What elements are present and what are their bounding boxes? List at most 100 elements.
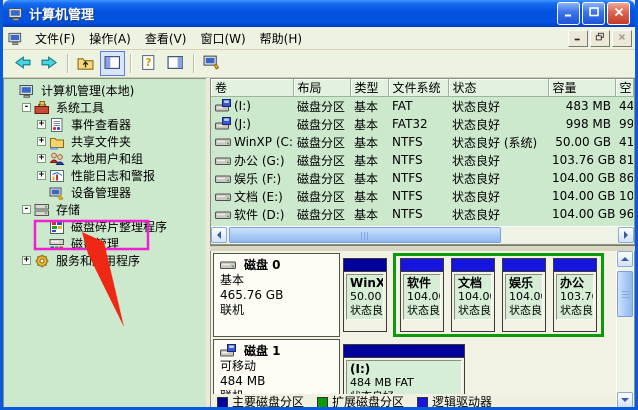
up-level-button[interactable] bbox=[73, 51, 98, 76]
disk-0-row: 磁盘 0基本465.76 GB联机WinXP50.00 GB状态良好软件104.… bbox=[213, 253, 615, 337]
extended-partition-group: 软件104.00 GB状态良好文档104.00 GB状态良好娱乐104.00 G… bbox=[393, 253, 604, 337]
storage-icon bbox=[34, 202, 50, 218]
tree-item-event-viewer[interactable]: + 事件查看器 bbox=[4, 116, 206, 133]
partition-name: WinXP bbox=[350, 276, 380, 290]
tree-item-system-tools[interactable]: -系统工具 bbox=[4, 99, 206, 116]
volume-row[interactable]: WinXP (C:)磁盘分区基本NTFS状态良好 (系统)50.00 GB41 bbox=[211, 133, 633, 151]
scroll-up-button[interactable] bbox=[617, 251, 633, 267]
legend-label: 逻辑驱动器 bbox=[432, 395, 492, 408]
tree-item-storage[interactable]: -存储 bbox=[4, 201, 206, 218]
partition-status: 状态良好 bbox=[407, 304, 437, 318]
status-cell: 状态良好 bbox=[448, 169, 548, 187]
partition-size: 104.00 GB bbox=[407, 290, 437, 304]
horizontal-scrollbar[interactable] bbox=[211, 226, 634, 244]
tree-item-shared-folders[interactable]: +共享文件夹 bbox=[4, 133, 206, 150]
mdi-minimize-button[interactable] bbox=[568, 30, 588, 47]
legend-label: 扩展磁盘分区 bbox=[332, 395, 404, 408]
column-header-status[interactable]: 状态 bbox=[448, 79, 548, 97]
menu-help[interactable]: 帮助(H) bbox=[253, 28, 309, 49]
expand-icon[interactable]: + bbox=[37, 171, 46, 180]
maximize-button[interactable] bbox=[582, 2, 605, 25]
mdi-restore-button[interactable] bbox=[590, 30, 610, 47]
back-button[interactable] bbox=[10, 51, 35, 76]
column-header-layout[interactable]: 布局 bbox=[293, 79, 350, 97]
volume-row[interactable]: 软件 (D:)磁盘分区基本NTFS状态良好104.00 GB96 bbox=[211, 205, 633, 223]
file-system-cell: FAT32 bbox=[388, 115, 448, 133]
disk-0-label-box[interactable]: 磁盘 0基本465.76 GB联机 bbox=[213, 253, 340, 337]
show-console-tree-button[interactable] bbox=[100, 51, 125, 76]
partition-bangong[interactable]: 办公103.76 GB状态良好 bbox=[553, 258, 597, 332]
panes-icon bbox=[167, 54, 184, 74]
partition-wendang[interactable]: 文档104.00 GB状态良好 bbox=[451, 258, 495, 332]
show-panes-button[interactable] bbox=[163, 51, 188, 76]
hard-drive-icon bbox=[215, 208, 231, 222]
horizontal-scrollbar-thumb[interactable] bbox=[229, 227, 501, 243]
type-cell: 基本 bbox=[350, 115, 388, 133]
main-area: 计算机管理(本地)-系统工具 + 事件查看器+共享文件夹+本地用户和组+性能日志和警… bbox=[3, 78, 635, 409]
tree-item-disk-defragmenter[interactable]: 磁盘碎片整理程序 bbox=[4, 218, 206, 235]
menu-window[interactable]: 窗口(W) bbox=[193, 28, 252, 49]
expand-icon[interactable]: + bbox=[37, 120, 46, 129]
disk-info-line: 484 MB bbox=[220, 374, 333, 389]
expand-icon[interactable]: + bbox=[22, 256, 31, 265]
menu-view[interactable]: 查看(V) bbox=[138, 28, 194, 49]
titlebar[interactable]: 计算机管理 bbox=[3, 0, 635, 27]
removable-drive-icon bbox=[215, 117, 231, 131]
menu-file[interactable]: 文件(F) bbox=[28, 28, 82, 49]
tree-item-device-manager[interactable]: 设备管理器 bbox=[4, 184, 206, 201]
hard-drive-icon bbox=[215, 154, 231, 168]
tree-item-label: 事件查看器 bbox=[69, 116, 133, 133]
partition-size: 104.00 GB bbox=[509, 290, 539, 304]
volume-name: (J:) bbox=[234, 117, 251, 131]
scroll-down-button[interactable] bbox=[617, 392, 633, 408]
free-space-cell: 86 bbox=[615, 169, 633, 187]
expand-icon[interactable]: + bbox=[37, 137, 46, 146]
toolbar-separator bbox=[130, 54, 131, 73]
window-title: 计算机管理 bbox=[29, 4, 555, 23]
column-header-volume[interactable]: 卷 bbox=[211, 79, 293, 97]
disk-info-line: 联机 bbox=[220, 303, 333, 318]
tree-item-disk-management[interactable]: 磁盘管理 bbox=[4, 235, 206, 252]
collapse-icon[interactable]: - bbox=[22, 205, 31, 214]
partition-winxp[interactable]: WinXP50.00 GB状态良好 bbox=[343, 258, 387, 332]
column-header-type[interactable]: 类型 bbox=[350, 79, 388, 97]
volume-row[interactable]: (J:)磁盘分区基本FAT32状态良好998 MB99 bbox=[211, 115, 633, 133]
minimize-button[interactable] bbox=[557, 2, 580, 25]
volume-name: (I:) bbox=[234, 99, 251, 113]
tree-item-performance-logs[interactable]: +性能日志和警报 bbox=[4, 167, 206, 184]
menu-action[interactable]: 操作(A) bbox=[82, 28, 138, 49]
scroll-left-button[interactable] bbox=[211, 227, 227, 243]
tree-item-computer-management-root[interactable]: 计算机管理(本地) bbox=[4, 82, 206, 99]
mdi-close-button[interactable] bbox=[612, 30, 632, 47]
volume-name: 软件 (D:) bbox=[234, 208, 284, 222]
vertical-scrollbar-thumb[interactable] bbox=[617, 271, 633, 317]
tree-item-local-users-groups[interactable]: +本地用户和组 bbox=[4, 150, 206, 167]
volume-row[interactable]: (I:)磁盘分区基本FAT状态良好483 MB44 bbox=[211, 97, 633, 116]
capacity-cell: 104.00 GB bbox=[548, 187, 615, 205]
column-header-capacity[interactable]: 容量 bbox=[548, 79, 615, 97]
volume-row[interactable]: 文档 (E:)磁盘分区基本NTFS状态良好104.00 GB10 bbox=[211, 187, 633, 205]
layout-cell: 磁盘分区 bbox=[293, 115, 350, 133]
tree-item-services-applications[interactable]: +服务和应用程序 bbox=[4, 252, 206, 269]
capacity-cell: 103.76 GB bbox=[548, 151, 615, 169]
scroll-right-button[interactable] bbox=[618, 227, 634, 243]
collapse-icon[interactable]: - bbox=[22, 103, 31, 112]
column-header-file-system[interactable]: 文件系统 bbox=[388, 79, 448, 97]
hard-disk-icon bbox=[220, 257, 236, 273]
volume-row[interactable]: 娱乐 (F:)磁盘分区基本NTFS状态良好104.00 GB86 bbox=[211, 169, 633, 187]
expand-icon[interactable]: + bbox=[37, 154, 46, 163]
volume-name-cell: 办公 (G:) bbox=[211, 151, 293, 169]
capacity-cell: 104.00 GB bbox=[548, 169, 615, 187]
close-button[interactable] bbox=[607, 2, 630, 25]
partition-ruanjian[interactable]: 软件104.00 GB状态良好 bbox=[400, 258, 444, 332]
layout-cell: 磁盘分区 bbox=[293, 205, 350, 223]
vertical-scrollbar[interactable] bbox=[616, 251, 634, 408]
help-button[interactable]: ? bbox=[136, 51, 161, 76]
column-header-free-space[interactable]: 空 bbox=[615, 79, 633, 97]
volume-name-cell: 软件 (D:) bbox=[211, 205, 293, 223]
partition-yule[interactable]: 娱乐104.00 GB状态良好 bbox=[502, 258, 546, 332]
volume-row[interactable]: 办公 (G:)磁盘分区基本NTFS状态良好103.76 GB81 bbox=[211, 151, 633, 169]
status-cell: 状态良好 bbox=[448, 115, 548, 133]
action-pane-button[interactable] bbox=[199, 51, 224, 76]
forward-button[interactable] bbox=[37, 51, 62, 76]
